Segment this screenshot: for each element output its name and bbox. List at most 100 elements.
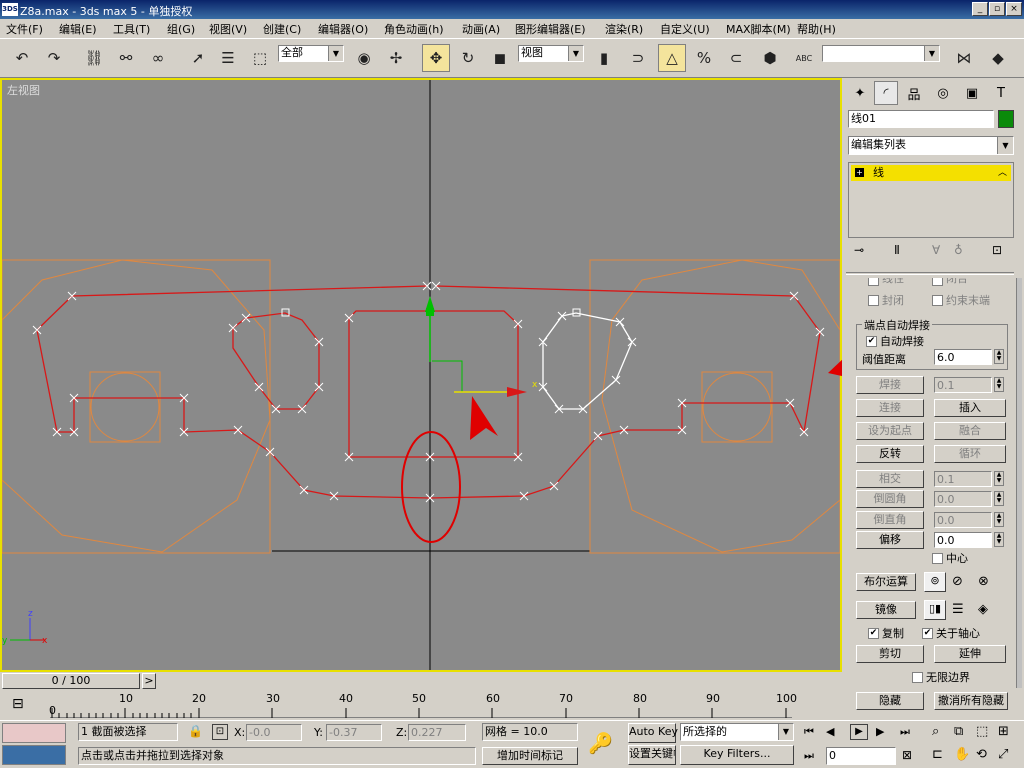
- modifier-list-dropdown[interactable]: 编辑集列表 ▼: [848, 136, 1014, 155]
- move-icon[interactable]: ✥: [422, 44, 450, 72]
- menu-help[interactable]: 帮助(H): [797, 21, 836, 37]
- boolean-intersect-icon[interactable]: ⊗: [978, 574, 989, 589]
- menu-animation[interactable]: 动画(A): [462, 21, 500, 37]
- abc-icon[interactable]: ABC: [790, 44, 818, 72]
- crossinsert-button[interactable]: 相交: [856, 470, 924, 488]
- copy-checkbox[interactable]: ✔ 复制: [868, 625, 904, 641]
- weld-button[interactable]: 焊接: [856, 376, 924, 394]
- rotate-icon[interactable]: ↻: [454, 44, 482, 72]
- close-button[interactable]: ×: [1006, 2, 1022, 16]
- left-viewport[interactable]: 左视图 x z y x: [0, 78, 842, 672]
- zoom-icon[interactable]: ⌕: [932, 724, 939, 739]
- about-pivot-checkbox[interactable]: ✔ 关于轴心: [922, 625, 980, 641]
- next-frame-icon[interactable]: ▶: [876, 725, 884, 738]
- redo-icon[interactable]: ↷: [40, 44, 68, 72]
- track-bar[interactable]: ⊟ 0 10 20 30 40 50 60 70 80 90 100: [0, 690, 842, 720]
- outline-spinner[interactable]: ▲ ▼: [994, 532, 1004, 547]
- weld-spinner[interactable]: ▲ ▼: [994, 377, 1004, 392]
- pivot-center-icon[interactable]: ▮: [590, 44, 618, 72]
- minimize-button[interactable]: _: [972, 2, 988, 16]
- align-icon[interactable]: ◆: [984, 44, 1012, 72]
- pan-icon[interactable]: ✋: [954, 747, 970, 762]
- current-frame-field[interactable]: 0: [826, 747, 896, 765]
- goto-start-icon[interactable]: ⏮: [804, 725, 814, 739]
- threshold-spinner[interactable]: ▲ ▼: [994, 349, 1004, 364]
- create-tab-icon[interactable]: ✦: [848, 81, 872, 105]
- stack-expand-icon[interactable]: +: [855, 168, 864, 177]
- auto-key-selection-dropdown[interactable]: 所选择的 ▼: [680, 723, 794, 741]
- menu-customize[interactable]: 自定义(U): [660, 21, 710, 37]
- selection-filter-dropdown[interactable]: 全部 ▼: [278, 45, 344, 62]
- mirror-both-icon[interactable]: ◈: [978, 602, 988, 617]
- key-filters-button[interactable]: Key Filters...: [680, 745, 794, 765]
- track-bar-menu-icon[interactable]: ⊟: [12, 696, 24, 712]
- menu-rendering[interactable]: 渲染(R): [605, 21, 643, 37]
- maxscript-listener-pink[interactable]: [2, 723, 66, 743]
- connect-button[interactable]: 连接: [856, 399, 924, 417]
- menu-create[interactable]: 创建(C): [263, 21, 301, 37]
- boolean-button[interactable]: 布尔运算: [856, 573, 916, 591]
- configure-sets-icon[interactable]: ⊡: [992, 243, 1002, 257]
- display-tab-icon[interactable]: ▣: [960, 81, 984, 105]
- cycle-button[interactable]: 循环: [934, 445, 1006, 463]
- infinite-bounds-checkbox[interactable]: 无限边界: [912, 669, 970, 685]
- boolean-subtract-icon[interactable]: ⊘: [952, 574, 963, 589]
- menu-edit[interactable]: 编辑(E): [59, 21, 97, 37]
- link-icon[interactable]: ⛓: [80, 44, 108, 72]
- insert-button[interactable]: 插入: [934, 399, 1006, 417]
- mirror-icon[interactable]: ⋈: [950, 44, 978, 72]
- extend-button[interactable]: 延伸: [934, 645, 1006, 663]
- next-frame-button[interactable]: >: [142, 673, 156, 689]
- goto-end-icon[interactable]: ⏭: [900, 725, 910, 739]
- select-arrow-icon[interactable]: ➚: [184, 44, 212, 72]
- menu-modifiers[interactable]: 编辑器(O): [318, 21, 368, 37]
- boolean-union-icon[interactable]: ⊚: [924, 572, 946, 592]
- make-first-button[interactable]: 设为起点: [856, 422, 924, 440]
- mirror-vertical-icon[interactable]: ☰: [952, 602, 964, 617]
- show-end-result-icon[interactable]: Ⅱ: [894, 243, 900, 257]
- select-manipulate-icon[interactable]: ⊃: [624, 44, 652, 72]
- closed-checkbox[interactable]: 闭合: [932, 278, 968, 286]
- menu-views[interactable]: 视图(V): [209, 21, 247, 37]
- modify-tab-icon[interactable]: ◜: [874, 81, 898, 105]
- stack-item-line[interactable]: + 线 ︿: [851, 165, 1011, 181]
- make-unique-icon[interactable]: ∀: [932, 243, 940, 257]
- undo-icon[interactable]: ↶: [8, 44, 36, 72]
- rect-selection-icon[interactable]: ⬚: [246, 44, 274, 72]
- named-selection-dropdown[interactable]: ▼: [822, 45, 940, 62]
- fuse-button[interactable]: 融合: [934, 422, 1006, 440]
- chamfer-button[interactable]: 倒直角: [856, 511, 924, 529]
- object-color-swatch[interactable]: [998, 110, 1014, 128]
- snap-toggle-icon[interactable]: △: [658, 44, 686, 72]
- lock-ends-checkbox[interactable]: 约束末端: [932, 292, 990, 308]
- menu-file[interactable]: 文件(F): [6, 21, 43, 37]
- crossinsert-spinner[interactable]: ▲ ▼: [994, 471, 1004, 486]
- set-key-button[interactable]: 设置关键帧: [628, 745, 676, 765]
- time-config-icon[interactable]: ⊠: [902, 748, 912, 762]
- spinner-snap-icon[interactable]: ⊂: [722, 44, 750, 72]
- chamfer-spinner[interactable]: ▲ ▼: [994, 512, 1004, 527]
- zoom-extents-all-icon[interactable]: ⊞: [998, 724, 1009, 739]
- crossinsert-input[interactable]: 0.1: [934, 471, 992, 487]
- linear-checkbox[interactable]: 线性: [868, 278, 904, 286]
- chevron-up-icon[interactable]: ︿: [998, 165, 1007, 181]
- reference-coord-dropdown[interactable]: 视图 ▼: [518, 45, 584, 62]
- x-coord-field[interactable]: -0.0: [246, 724, 302, 741]
- hierarchy-tab-icon[interactable]: 品: [902, 81, 926, 105]
- auto-key-button[interactable]: Auto Key: [628, 723, 678, 743]
- restore-button[interactable]: ▫: [989, 2, 1005, 16]
- add-time-tag-button[interactable]: 增加时间标记: [482, 747, 578, 765]
- weld-threshold-input[interactable]: 0.1: [934, 377, 992, 393]
- mirror-horizontal-icon[interactable]: ▯▮: [924, 600, 946, 620]
- region-zoom-icon[interactable]: ⊏: [932, 747, 943, 762]
- autoweld-checkbox[interactable]: ✔ 自动焊接: [866, 333, 924, 349]
- fillet-button[interactable]: 倒圆角: [856, 490, 924, 508]
- time-slider-thumb[interactable]: 0 / 100: [2, 673, 140, 689]
- angle-snap-icon[interactable]: %: [690, 44, 718, 72]
- window-crossing-icon[interactable]: ◉: [350, 44, 378, 72]
- fillet-spinner[interactable]: ▲ ▼: [994, 491, 1004, 506]
- menu-tools[interactable]: 工具(T): [113, 21, 150, 37]
- mirror-button[interactable]: 镜像: [856, 601, 916, 619]
- pin-stack-icon[interactable]: ⊸: [854, 243, 864, 257]
- menu-group[interactable]: 组(G): [167, 21, 195, 37]
